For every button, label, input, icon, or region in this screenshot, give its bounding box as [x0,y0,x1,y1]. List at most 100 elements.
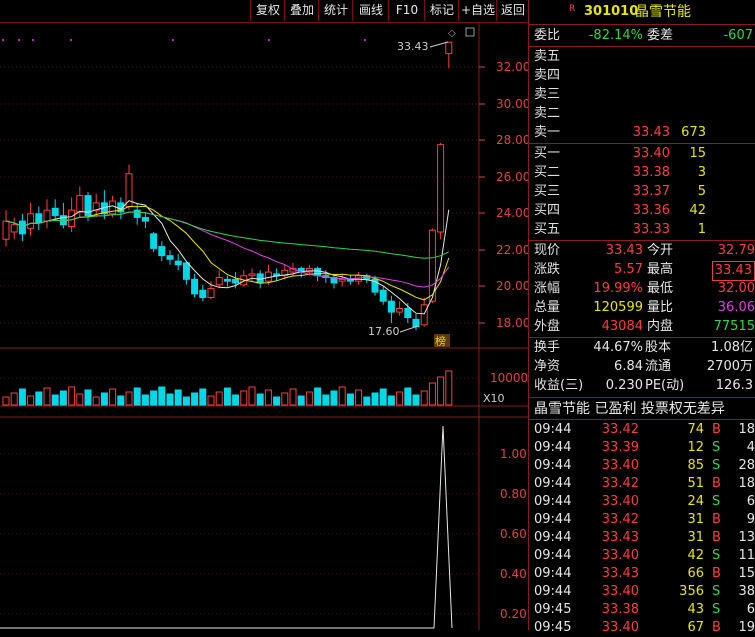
candle-body [27,213,35,229]
price-tick: 32.00 [496,60,528,74]
candle-body [150,233,158,249]
candle-body [199,289,207,299]
volume-bar [109,388,117,406]
volume-bar [437,376,445,406]
buy-level: 买一 33.40 15 [534,146,706,161]
candle-body [420,304,428,326]
statistics-button[interactable]: 统计 [318,0,353,21]
volume-bar [150,390,158,406]
maximize-icon[interactable] [465,27,475,37]
volume-bar [158,386,166,406]
stock-name: 晶雪节能 [635,4,691,20]
tick-trade-row[interactable]: 09:44 33.40 42 S 11 [529,547,755,565]
low-annotation: 17.60 [368,325,400,338]
candle-body [215,277,223,286]
candle-body [232,278,240,284]
candle-body [35,213,43,224]
diamond-icon[interactable]: ◇ [448,28,456,39]
candle-body [18,220,26,235]
kline-chart-area[interactable]: ◇ 33.43 17.60 榜 32.00 30.00 28.00 26.00 … [0,22,528,630]
candle-body [51,207,59,217]
volume-tick: 10000 [490,371,528,385]
volume-bar [68,386,76,406]
volume-bar [240,390,248,406]
volume-bar [174,389,182,406]
candle-body [445,41,453,55]
mark-button[interactable]: 标记 [424,0,459,21]
tick-trade-row[interactable]: 09:44 33.42 51 B 18 [529,475,755,493]
candle-body [387,300,395,313]
buy-level: 买五 33.33 1 [534,222,706,237]
tick-trade-row[interactable]: 09:44 33.43 31 B 13 [529,529,755,547]
price-tick: 24.00 [496,206,528,220]
candle-body [248,273,256,277]
add-favorite-button[interactable]: +自选 [458,0,497,21]
candle-body [43,209,51,222]
volume-bar [232,394,240,406]
quote-stat-row: 涨幅 19.99% 最低 32.00 [534,281,755,296]
volume-bar [273,396,281,406]
tick-trade-row[interactable]: 09:44 33.39 12 S 4 [529,439,755,457]
volume-bar [305,391,313,406]
indicator-tick: 1.00 [500,447,527,461]
volume-bar [191,392,199,406]
volume-bar [404,387,412,406]
draw-line-button[interactable]: 画线 [352,0,389,21]
candle-body [166,255,174,260]
volume-bar [420,390,428,406]
volume-bar [371,392,379,406]
candle-body [396,307,404,313]
price-tick: 30.00 [496,97,528,111]
bang-badge: 榜 [435,334,446,348]
volume-bar [428,382,436,406]
volume-bar [76,393,84,406]
price-tick: 20.00 [496,279,528,293]
tick-trade-row[interactable]: 09:44 33.40 356 S 38 [529,583,755,601]
tick-trade-row[interactable]: 09:44 33.40 85 S 28 [529,457,755,475]
sell-level: 卖二 [534,106,561,121]
tick-trade-row[interactable]: 09:45 33.38 43 S 6 [529,601,755,619]
volume-bar [412,394,420,406]
volume-bar [215,391,223,406]
volume-bar [289,388,297,406]
fundamental-row: 换手 44.67% 股本 1.08亿 [534,340,753,355]
candle-body [437,144,445,233]
volume-bar [248,386,256,406]
overlay-button[interactable]: 叠加 [284,0,319,21]
ma-line [5,211,450,259]
candle-body [191,278,199,295]
stock-code: 301010 [584,4,639,19]
candle-body [412,318,420,328]
indicator-tick: 0.80 [500,487,527,501]
r-badge: R [569,4,576,14]
indicator-tick: 0.20 [500,607,527,621]
volume-bars [2,370,453,406]
volume-bar [133,387,141,406]
volume-bar [281,392,289,406]
buy-level: 买二 33.38 3 [534,165,706,180]
candle-body [404,307,412,319]
quote-stat-row: 涨跌 5.57 最高 33.43 [529,261,755,281]
tick-trade-row[interactable]: 09:44 33.42 74 B 18 [529,421,755,439]
weibi-row: 委比 -82.14% 委差 -607 [534,28,753,43]
high-annotation: 33.43 [397,40,429,53]
volume-bar [330,390,338,406]
volume-bar [363,396,371,406]
candle-body [158,246,166,257]
volume-bar [223,387,231,406]
volume-bar [256,393,264,406]
tick-trade-row[interactable]: 09:45 33.40 67 B 19 [529,619,755,637]
fuquan-button[interactable]: 复权 [250,0,285,21]
volume-bar [43,387,51,406]
candle-body [379,289,387,302]
price-tick: 18.00 [496,316,528,330]
candle-body [207,287,215,299]
volume-bar [27,395,35,406]
f10-button[interactable]: F10 [388,0,425,21]
back-button[interactable]: 返回 [496,0,529,21]
tick-trade-row[interactable]: 09:44 33.40 24 S 6 [529,493,755,511]
volume-bar [396,391,404,406]
price-tick: 28.00 [496,133,528,147]
tick-trade-row[interactable]: 09:44 33.43 66 B 15 [529,565,755,583]
tick-trade-row[interactable]: 09:44 33.42 31 B 9 [529,511,755,529]
